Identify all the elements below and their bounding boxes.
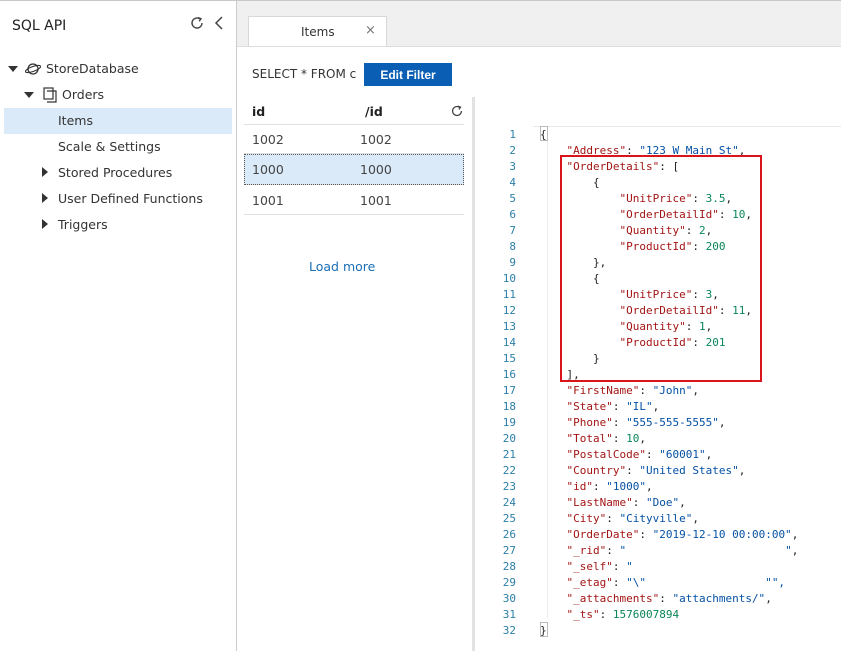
cell-id: 1001 (252, 193, 284, 208)
cell-partition-key: 1002 (360, 132, 392, 147)
line-number: 29 (502, 576, 516, 589)
line-number: 32 (502, 624, 516, 637)
refresh-icon[interactable] (188, 14, 206, 32)
caret-right-icon[interactable] (40, 219, 50, 229)
line-number: 7 (509, 224, 516, 237)
line-number: 6 (509, 208, 516, 221)
column-header-id[interactable]: id (252, 104, 265, 119)
tree-label-container: Orders (62, 87, 105, 102)
code-line[interactable]: "Total": 10, (540, 432, 646, 445)
line-number: 15 (502, 352, 516, 365)
code-line[interactable]: "LastName": "Doe", (540, 496, 686, 509)
tree-label: Scale & Settings (58, 139, 161, 154)
tree-item-scale-settings[interactable]: Scale & Settings (4, 134, 232, 160)
code-line[interactable]: "City": "Cityville", (540, 512, 699, 525)
tab-label: Items (301, 25, 335, 39)
line-number: 16 (502, 368, 516, 381)
order-details-highlight-box (560, 155, 762, 382)
line-number: 17 (502, 384, 516, 397)
line-number: 11 (502, 288, 516, 301)
cell-id: 1000 (252, 162, 284, 177)
code-line[interactable]: "_etag": "\" "", (540, 576, 786, 589)
tree-label: User Defined Functions (58, 191, 203, 206)
line-number: 24 (502, 496, 516, 509)
line-number: 28 (502, 560, 516, 573)
tree-item-stored-procedures[interactable]: Stored Procedures (4, 160, 232, 186)
caret-right-icon[interactable] (40, 193, 50, 203)
tree-label: Triggers (58, 217, 108, 232)
line-number: 26 (502, 528, 516, 541)
tree-item-items[interactable]: Items (4, 108, 232, 134)
tab-items[interactable]: Items × (248, 16, 387, 46)
tree-item-udfs[interactable]: User Defined Functions (4, 186, 232, 212)
line-number: 1 (509, 128, 516, 141)
code-line[interactable]: "_ts": 1576007894 (540, 608, 680, 621)
bracket-match-open (540, 126, 548, 141)
line-number: 9 (509, 256, 516, 269)
bracket-match-close (540, 622, 548, 637)
code-line[interactable]: "State": "IL", (540, 400, 660, 413)
code-line[interactable]: "OrderDate": "2019-12-10 00:00:00", (540, 528, 799, 541)
line-number: 23 (502, 480, 516, 493)
code-line[interactable]: "Phone": "555-555-5555", (540, 416, 726, 429)
query-text: SELECT * FROM c (252, 67, 357, 81)
line-number: 13 (502, 320, 516, 333)
line-number: 19 (502, 416, 516, 429)
code-line[interactable]: "Country": "United States", (540, 464, 746, 477)
code-line[interactable]: "_self": " (540, 560, 633, 573)
column-header-partition-key[interactable]: /id (365, 104, 383, 119)
code-line[interactable]: "_rid": " ", (540, 544, 799, 557)
tree-item-database[interactable]: StoreDatabase (6, 56, 232, 82)
edit-filter-button[interactable]: Edit Filter (364, 63, 452, 86)
code-line[interactable]: "FirstName": "John", (540, 384, 699, 397)
line-number: 20 (502, 432, 516, 445)
line-number: 14 (502, 336, 516, 349)
code-line[interactable]: "_attachments": "attachments/", (540, 592, 772, 605)
code-line[interactable]: "id": "1000", (540, 480, 653, 493)
close-icon[interactable]: × (365, 23, 376, 38)
table-row[interactable]: 1001 1001 (244, 186, 464, 215)
tree-item-triggers[interactable]: Triggers (4, 212, 232, 238)
cell-partition-key: 1000 (360, 162, 392, 177)
tree-item-container[interactable]: Orders (6, 82, 232, 108)
line-number: 25 (502, 512, 516, 525)
line-number: 18 (502, 400, 516, 413)
line-number: 12 (502, 304, 516, 317)
panel-splitter[interactable] (472, 97, 475, 651)
collection-icon (43, 87, 57, 103)
load-more-link[interactable]: Load more (309, 259, 375, 274)
caret-down-icon[interactable] (8, 64, 18, 74)
cell-id: 1002 (252, 132, 284, 147)
database-planet-icon (25, 63, 41, 75)
line-number: 31 (502, 608, 516, 621)
refresh-icon[interactable] (449, 103, 465, 119)
cell-partition-key: 1001 (360, 193, 392, 208)
collapse-sidebar-icon[interactable] (212, 14, 226, 32)
table-row-selected[interactable]: 1000 1000 (244, 154, 464, 185)
tree-label: Stored Procedures (58, 165, 173, 180)
editor-current-line (533, 126, 841, 127)
line-number: 30 (502, 592, 516, 605)
line-number: 4 (509, 176, 516, 189)
table-row[interactable]: 1002 1002 (244, 125, 464, 154)
tree-label-database: StoreDatabase (46, 61, 139, 76)
tree-label: Items (58, 113, 93, 128)
code-line[interactable]: "PostalCode": "60001", (540, 448, 713, 461)
line-number: 3 (509, 160, 516, 173)
line-number: 22 (502, 464, 516, 477)
caret-down-icon[interactable] (24, 90, 34, 100)
line-number: 5 (509, 192, 516, 205)
sidebar-title: SQL API (12, 18, 67, 34)
line-number: 2 (509, 144, 516, 157)
caret-right-icon[interactable] (40, 167, 50, 177)
line-number: 27 (502, 544, 516, 557)
line-number: 21 (502, 448, 516, 461)
line-number: 8 (509, 240, 516, 253)
line-number: 10 (502, 272, 516, 285)
